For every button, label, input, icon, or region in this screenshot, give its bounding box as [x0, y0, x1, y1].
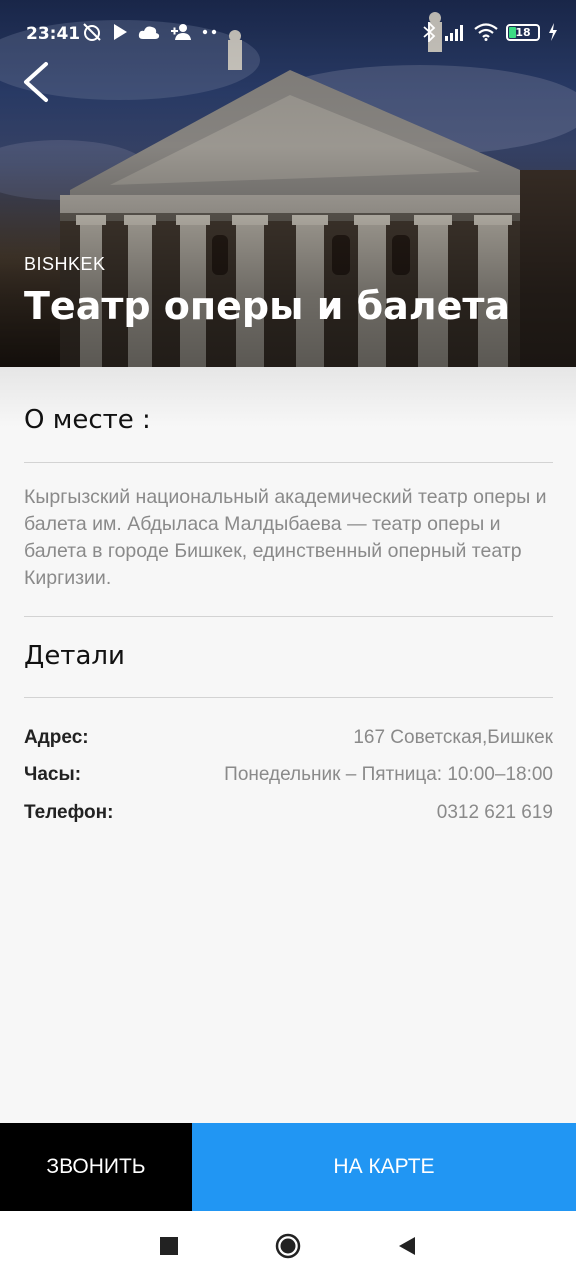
status-left-icons	[82, 22, 218, 42]
battery-level: 18	[515, 25, 531, 39]
more-dots-icon	[202, 29, 217, 35]
chevron-left-icon	[24, 62, 48, 102]
phone-label: Телефон:	[24, 802, 114, 823]
play-icon	[114, 24, 127, 40]
divider	[24, 697, 553, 698]
cloud-icon	[138, 26, 160, 39]
detail-row-phone: Телефон: 0312 621 619	[24, 802, 553, 832]
place-content: О месте : Кыргызский национальный академ…	[0, 367, 576, 1123]
detail-row-address: Адрес: 167 Советская,Бишкек	[24, 727, 553, 757]
recents-square-icon[interactable]	[156, 1233, 182, 1259]
system-nav-bar	[0, 1211, 576, 1280]
about-description: Кыргызский национальный академический те…	[24, 486, 547, 589]
details-heading: Детали	[24, 641, 125, 671]
bluetooth-icon	[423, 22, 436, 42]
status-bar: 23:41 18	[0, 20, 576, 50]
hours-label: Часы:	[24, 764, 82, 785]
address-label: Адрес:	[24, 727, 89, 748]
back-triangle-icon[interactable]	[394, 1233, 420, 1259]
map-button[interactable]: НА КАРТЕ	[192, 1123, 576, 1211]
hours-value: Понедельник – Пятница: 10:00–18:00	[224, 764, 553, 785]
status-right-icons: 18	[422, 22, 558, 42]
phone-value[interactable]: 0312 621 619	[437, 802, 553, 824]
page-title: Театр оперы и балета	[24, 284, 511, 328]
divider	[24, 616, 553, 617]
call-button[interactable]: ЗВОНИТЬ	[0, 1123, 192, 1211]
detail-row-hours: Часы: Понедельник – Пятница: 10:00–18:00	[24, 764, 553, 794]
address-value: 167 Советская,Бишкек	[353, 727, 553, 748]
divider	[24, 462, 553, 463]
about-heading: О месте :	[24, 405, 151, 435]
alarm-off-icon	[83, 23, 101, 41]
battery-icon: 18	[506, 23, 540, 41]
person-add-icon	[171, 24, 191, 40]
signal-icon	[445, 25, 463, 41]
city-label: BISHKEK	[24, 254, 106, 274]
charging-icon	[549, 23, 557, 41]
home-circle-icon[interactable]	[275, 1233, 301, 1259]
back-button[interactable]	[18, 58, 58, 106]
wifi-icon	[474, 23, 498, 41]
status-time: 23:41	[26, 24, 81, 44]
